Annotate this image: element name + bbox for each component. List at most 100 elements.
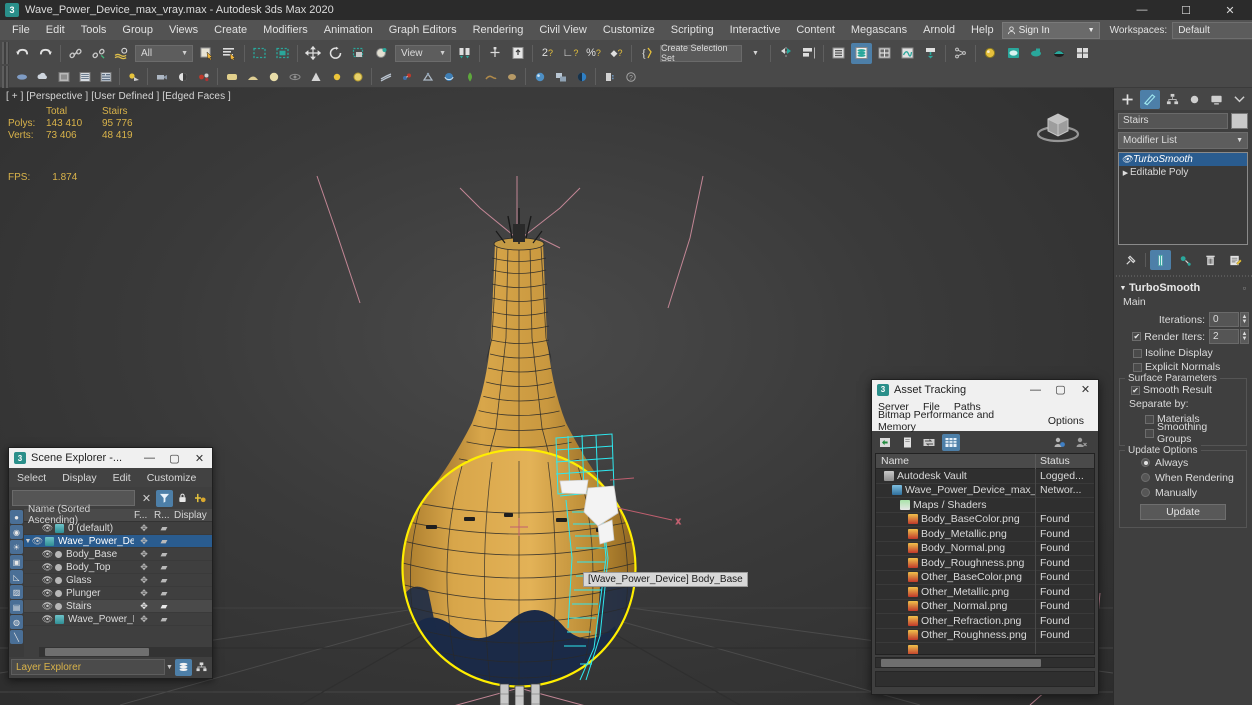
select-and-move-icon[interactable]: [302, 43, 323, 64]
update-when-rendering-row[interactable]: When Rendering: [1123, 470, 1243, 485]
skin-icon[interactable]: [418, 67, 437, 86]
menu-customize[interactable]: Customize: [595, 20, 663, 40]
asset-tracking-minimize-button[interactable]: —: [1023, 380, 1048, 399]
schematic-view-icon[interactable]: [920, 43, 941, 64]
leaf-icon[interactable]: [460, 67, 479, 86]
menu-modifiers[interactable]: Modifiers: [255, 20, 316, 40]
render-iters-stepper[interactable]: ▲ ▼: [1240, 329, 1249, 344]
sign-in-dropdown[interactable]: Sign In ▼: [1001, 21, 1100, 39]
modify-tab[interactable]: [1140, 89, 1160, 109]
refresh-icon[interactable]: [876, 434, 894, 451]
menu-tools[interactable]: Tools: [73, 20, 115, 40]
se-menu-edit[interactable]: Edit: [113, 472, 131, 484]
animal-icon[interactable]: [481, 67, 500, 86]
table-row[interactable]: Other_Roughness.png Found: [876, 628, 1094, 643]
ribbon-icon[interactable]: [874, 43, 895, 64]
collapse-arrow-icon[interactable]: ▼: [1117, 285, 1129, 292]
asset-horizontal-scrollbar[interactable]: [875, 657, 1095, 668]
object-name-input[interactable]: Stairs: [1118, 112, 1228, 129]
menu-scripting[interactable]: Scripting: [663, 20, 722, 40]
frozen-cell[interactable]: ✥: [134, 575, 154, 586]
eye-icon[interactable]: 👁: [32, 536, 43, 546]
table-row[interactable]: [876, 642, 1094, 654]
frozen-cell[interactable]: ✥: [134, 614, 154, 625]
isoline-display-checkbox[interactable]: [1133, 348, 1142, 358]
scene-explorer-icon[interactable]: [851, 42, 872, 64]
toolbar-grip[interactable]: [2, 42, 9, 64]
eye-icon[interactable]: 👁: [42, 549, 53, 559]
list-item[interactable]: 👁 Stairs ✥ ▰: [24, 600, 212, 613]
configure-modifier-sets-icon[interactable]: [1225, 250, 1246, 270]
chevron-down-icon[interactable]: ▼: [165, 664, 174, 671]
list-item[interactable]: 👁 Glass ✥ ▰: [24, 574, 212, 587]
box-icon[interactable]: [54, 67, 73, 86]
rendered-frame-window-icon[interactable]: [1026, 43, 1047, 64]
eye-icon[interactable]: [285, 67, 304, 86]
eye-icon[interactable]: 👁: [42, 601, 53, 611]
frame-buffer-icon[interactable]: [572, 67, 591, 86]
percent-snap-toggle-icon[interactable]: %?: [583, 43, 604, 64]
cone-icon[interactable]: [306, 67, 325, 86]
frozen-cell[interactable]: ✥: [134, 536, 154, 547]
table-row[interactable]: Maps / Shaders: [876, 497, 1094, 513]
menu-animation[interactable]: Animation: [316, 20, 381, 40]
bind-space-warp-icon[interactable]: [111, 43, 132, 64]
shape-icon[interactable]: [12, 67, 31, 86]
use-pivot-center-icon[interactable]: [454, 43, 475, 64]
update-when-rendering-radio[interactable]: [1141, 473, 1150, 482]
remove-modifier-icon[interactable]: [1200, 250, 1221, 270]
table-row[interactable]: Other_Metallic.png Found: [876, 584, 1094, 600]
table-row[interactable]: Body_Metallic.png Found: [876, 526, 1094, 542]
update-always-radio[interactable]: [1141, 458, 1150, 467]
menu-help[interactable]: Help: [963, 20, 1002, 40]
asset-tracking-table[interactable]: Name Status Autodesk Vault Logged... Wav…: [875, 453, 1095, 655]
spline-icon[interactable]: [376, 67, 395, 86]
eye-icon[interactable]: 👁: [1121, 154, 1133, 165]
workspaces-dropdown[interactable]: Default ▼: [1172, 21, 1252, 39]
se-menu-select[interactable]: Select: [17, 472, 46, 484]
frozen-cell[interactable]: ✥: [134, 549, 154, 560]
expand-arrow-icon[interactable]: ▶: [1121, 169, 1130, 177]
create-tab[interactable]: [1118, 90, 1137, 109]
display-tab[interactable]: [1207, 90, 1226, 109]
close-button[interactable]: ✕: [1208, 0, 1252, 20]
scene-explorer-tree-icon[interactable]: [193, 659, 210, 676]
explorer-mode-field[interactable]: Layer Explorer: [11, 659, 165, 675]
modifier-list-dropdown[interactable]: Modifier List ▼: [1118, 132, 1248, 149]
view-cube-icon[interactable]: [1031, 102, 1085, 150]
render-cell[interactable]: ▰: [154, 601, 174, 612]
explicit-normals-row[interactable]: Explicit Normals: [1117, 360, 1249, 374]
angle-snap-toggle-icon[interactable]: ∟?: [560, 43, 581, 64]
frozen-cell[interactable]: ✥: [134, 588, 154, 599]
update-button[interactable]: Update: [1140, 504, 1226, 520]
motion-tab[interactable]: [1185, 90, 1204, 109]
render-iters-input[interactable]: 2: [1209, 329, 1239, 344]
update-always-row[interactable]: Always: [1123, 455, 1243, 470]
eye-icon[interactable]: 👁: [42, 588, 53, 598]
viewport-label[interactable]: [ + ] [Perspective ] [User Defined ] [Ed…: [6, 91, 231, 102]
curve-editor-icon[interactable]: [897, 43, 918, 64]
material-editor-icon[interactable]: [980, 43, 1001, 64]
menu-file[interactable]: File: [4, 20, 38, 40]
list-item[interactable]: 👁 Body_Base ✥ ▰: [24, 548, 212, 561]
table-row[interactable]: Other_BaseColor.png Found: [876, 570, 1094, 585]
particle-view-icon[interactable]: [950, 43, 971, 64]
table-row[interactable]: Other_Refraction.png Found: [876, 613, 1094, 629]
render-iters-checkbox[interactable]: ✔: [1132, 332, 1142, 341]
helpers-icon[interactable]: ◺: [10, 570, 23, 584]
pin-stack-icon[interactable]: [1120, 250, 1141, 270]
modifier-stack-item[interactable]: ▶ Editable Poly: [1119, 166, 1247, 179]
minimize-button[interactable]: —: [1120, 0, 1164, 20]
render-in-cloud-icon[interactable]: [1072, 43, 1093, 64]
smoothing-groups-checkbox[interactable]: [1145, 428, 1154, 438]
cloud-icon[interactable]: [33, 67, 52, 86]
scrollbar-thumb[interactable]: [45, 648, 149, 656]
maximize-button[interactable]: ☐: [1164, 0, 1208, 20]
update-manually-row[interactable]: Manually: [1123, 485, 1243, 500]
rollout-drag-handle[interactable]: [1114, 272, 1252, 279]
list-item[interactable]: ▼👁Wave_Power_Device ✥ ▰: [24, 535, 212, 548]
align-icon[interactable]: [798, 43, 819, 64]
cameras-icon[interactable]: ▣: [10, 555, 23, 569]
add-selection-icon[interactable]: [192, 490, 209, 507]
list-item[interactable]: 👁 Wave_Power_Device ✥ ▰: [24, 613, 212, 626]
